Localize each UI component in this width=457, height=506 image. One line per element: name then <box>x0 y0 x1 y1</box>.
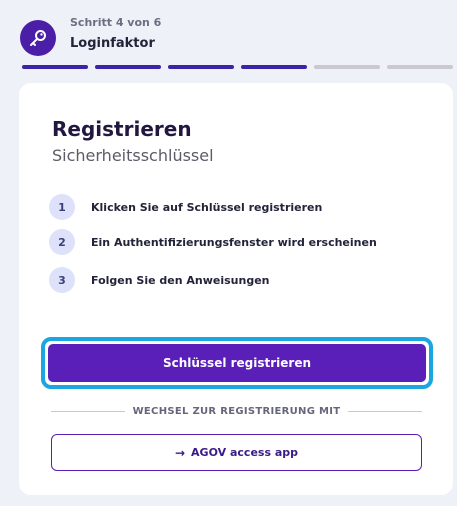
alternative-divider: WECHSEL ZUR REGISTRIERUNG MIT <box>51 403 423 419</box>
progress-segment <box>168 65 234 69</box>
step-counter: Schritt 4 von 6 <box>70 16 162 29</box>
step-number-badge: 3 <box>49 267 75 293</box>
progress-segment <box>22 65 88 69</box>
divider-line <box>51 410 125 412</box>
instruction-step: 1 Klicken Sie auf Schlüssel registrieren <box>49 194 322 220</box>
progress-segment <box>95 65 161 69</box>
progress-segment <box>241 65 307 69</box>
progress-bar <box>22 65 457 69</box>
page-subtitle: Sicherheitsschlüssel <box>52 146 214 165</box>
step-header: Schritt 4 von 6 Loginfaktor <box>20 16 457 56</box>
arrow-right-icon: → <box>174 445 186 460</box>
divider-line <box>348 410 423 412</box>
step-number-badge: 2 <box>49 229 75 255</box>
step-title: Loginfaktor <box>70 36 155 51</box>
progress-segment <box>314 65 380 69</box>
agov-access-app-label: AGOV access app <box>191 446 299 459</box>
key-icon <box>20 20 56 56</box>
registration-card: Registrieren Sicherheitsschlüssel 1 Klic… <box>19 83 453 495</box>
primary-button-focus-ring: Schlüssel registrieren <box>41 337 433 389</box>
instruction-step: 3 Folgen Sie den Anweisungen <box>49 267 269 293</box>
progress-segment <box>387 65 453 69</box>
agov-access-app-button[interactable]: → AGOV access app <box>51 434 422 471</box>
divider-label: WECHSEL ZUR REGISTRIERUNG MIT <box>132 405 341 417</box>
step-text: Klicken Sie auf Schlüssel registrieren <box>91 200 323 214</box>
instruction-step: 2 Ein Authentifizierungsfenster wird ers… <box>49 229 377 255</box>
step-text: Folgen Sie den Anweisungen <box>91 273 270 287</box>
step-text: Ein Authentifizierungsfenster wird ersch… <box>91 235 377 249</box>
step-number-badge: 1 <box>49 194 75 220</box>
page-title: Registrieren <box>52 117 192 141</box>
register-key-button[interactable]: Schlüssel registrieren <box>48 344 426 382</box>
